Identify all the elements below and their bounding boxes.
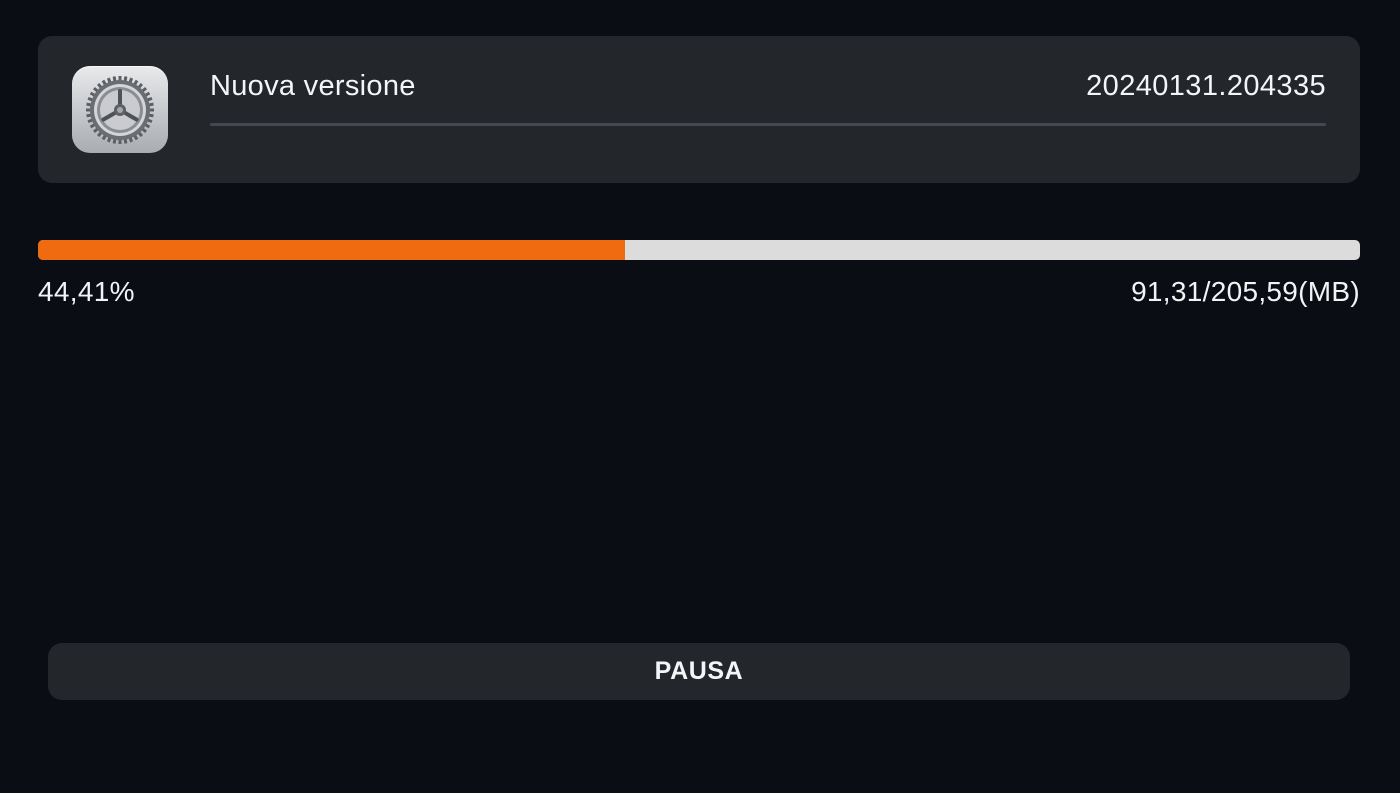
version-number: 20240131.204335 (1086, 70, 1326, 102)
progress-percent: 44,41% (38, 276, 135, 307)
card-divider (210, 123, 1326, 126)
update-download-screen: Nuova versione 20240131.204335 44,41% 91… (0, 0, 1400, 793)
download-progress-bar (38, 240, 1360, 260)
update-info-card: Nuova versione 20240131.204335 (38, 36, 1360, 183)
pause-button[interactable]: PAUSA (48, 643, 1350, 700)
downloaded-size: 91,31/205,59(MB) (1131, 276, 1360, 307)
gear-graphic (86, 76, 154, 144)
download-progress-fill (38, 240, 626, 260)
settings-gear-icon (72, 66, 168, 153)
new-version-label: Nuova versione (210, 70, 416, 102)
